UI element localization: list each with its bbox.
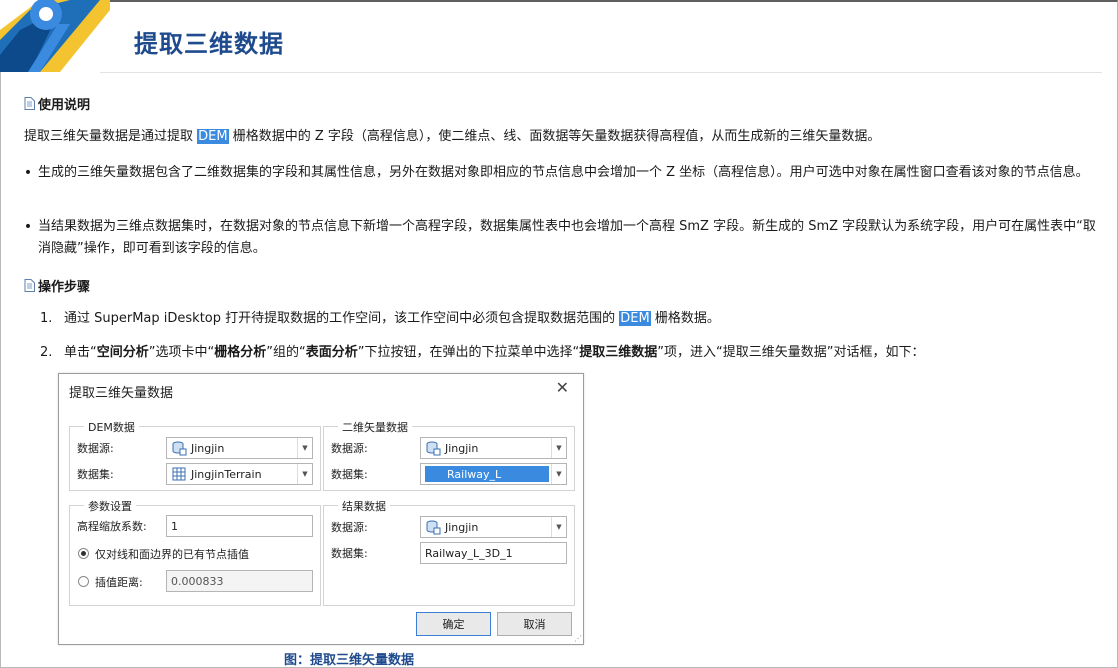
interp-distance-label: 插值距离:: [95, 576, 143, 589]
bullet-item-2: • 当结果数据为三维点数据集时，在数据对象的节点信息下新增一个高程字段，数据集属…: [18, 216, 1098, 260]
step-2-text: ”项，进入“提取三维矢量数据”对话框，如下：: [657, 345, 925, 360]
interp-distance-radio[interactable]: [78, 576, 89, 587]
result-datasource-label: 数据源:: [331, 521, 368, 534]
intro-text-after: 栅格数据中的 Z 字段（高程信息），使二维点、线、面数据等矢量数据获得高程值，从…: [232, 129, 881, 144]
bullet-icon: •: [23, 165, 33, 181]
section-heading-usage: 使用说明: [24, 94, 90, 113]
dem-dataset-select[interactable]: JingjinTerrain ▼: [166, 463, 313, 485]
spatial-analysis-term: 空间分析: [96, 345, 149, 360]
step-1: 1. 通过 SuperMap iDesktop 打开待提取数据的工作空间，该工作…: [40, 308, 720, 330]
interp-distance-input[interactable]: 0.000833: [166, 570, 313, 592]
dem-dataset-label: 数据集:: [77, 468, 114, 481]
figure-caption: 图：提取三维矢量数据: [284, 653, 415, 668]
result-dataset-input[interactable]: Railway_L_3D_1: [420, 542, 567, 564]
scale-factor-input[interactable]: 1: [166, 515, 313, 537]
result-datasource-value: Jingjin: [445, 520, 479, 534]
vector-datasource-label: 数据源:: [331, 442, 368, 455]
section-usage-label: 使用说明: [38, 98, 91, 113]
step-2-text: ”下拉按钮，在弹出的下拉菜单中选择“: [357, 345, 580, 360]
intro-paragraph: 提取三维矢量数据是通过提取 DEM 栅格数据中的 Z 字段（高程信息），使二维点…: [24, 126, 880, 148]
section-steps-label: 操作步骤: [38, 280, 91, 295]
bullet-1-text: 生成的三维矢量数据包含了二维数据集的字段和其属性信息，另外在数据对象即相应的节点…: [38, 165, 1089, 180]
surface-analysis-term: 表面分析: [305, 345, 358, 360]
dem-highlight: DEM: [619, 311, 651, 326]
dem-datasource-label: 数据源:: [77, 442, 114, 455]
step-1-text-before: 通过 SuperMap iDesktop 打开待提取数据的工作空间，该工作空间中…: [64, 311, 616, 326]
title-divider: [100, 72, 1102, 73]
step-1-number: 1.: [40, 311, 53, 326]
extract-3d-dialog: 提取三维矢量数据 ✕ DEM数据 数据源: Jingjin ▼ 数据集: Jin…: [58, 373, 584, 645]
vector-dataset-value: Railway_L: [425, 466, 549, 482]
help-logo: [0, 0, 110, 72]
cancel-button[interactable]: 取消: [497, 612, 572, 636]
bullet-icon: •: [23, 219, 33, 235]
document-icon: [24, 97, 35, 110]
ok-button[interactable]: 确定: [416, 612, 491, 636]
section-heading-steps: 操作步骤: [24, 276, 90, 295]
result-dataset-label: 数据集:: [331, 547, 368, 560]
step-1-text-after: 栅格数据。: [654, 311, 720, 326]
result-datasource-select[interactable]: Jingjin ▼: [420, 516, 567, 538]
existing-nodes-radio[interactable]: [78, 548, 89, 559]
chevron-down-icon: ▼: [551, 517, 566, 537]
bullet-2-text: 当结果数据为三维点数据集时，在数据对象的节点信息下新增一个高程字段，数据集属性表…: [38, 219, 1096, 256]
grid-dataset-icon: [172, 467, 186, 481]
chevron-down-icon: ▼: [297, 464, 312, 484]
extract-3d-term: 提取三维数据: [579, 345, 658, 360]
vector-dataset-select[interactable]: Railway_L ▼: [420, 463, 567, 485]
existing-nodes-label: 仅对线和面边界的已有节点插值: [95, 548, 249, 561]
dem-dataset-value: JingjinTerrain: [191, 467, 262, 481]
vector-datasource-value: Jingjin: [445, 441, 479, 455]
datasource-icon: [172, 441, 187, 456]
dem-datasource-select[interactable]: Jingjin ▼: [166, 437, 313, 459]
step-2-text: ”选项卡中“: [148, 345, 215, 360]
chevron-down-icon: ▼: [551, 464, 566, 484]
step-2-text: 单击“: [64, 345, 97, 360]
datasource-icon: [426, 520, 441, 535]
resize-grip-icon[interactable]: ⋰: [574, 634, 582, 643]
dem-highlight: DEM: [197, 129, 229, 144]
chevron-down-icon: ▼: [551, 438, 566, 458]
step-2-text: ”组的“: [266, 345, 306, 360]
chevron-down-icon: ▼: [297, 438, 312, 458]
step-2-number: 2.: [40, 345, 53, 360]
vector-datasource-select[interactable]: Jingjin ▼: [420, 437, 567, 459]
datasource-icon: [426, 441, 441, 456]
scale-factor-label: 高程缩放系数:: [77, 520, 147, 533]
result-group-label: 结果数据: [338, 498, 390, 514]
dem-group-label: DEM数据: [84, 419, 139, 435]
raster-analysis-term: 栅格分析: [214, 345, 267, 360]
params-group-label: 参数设置: [84, 498, 136, 514]
close-icon[interactable]: ✕: [556, 378, 569, 397]
bullet-item-1: • 生成的三维矢量数据包含了二维数据集的字段和其属性信息，另外在数据对象即相应的…: [18, 162, 1098, 184]
vector-group-label: 二维矢量数据: [338, 419, 412, 435]
vector-dataset-label: 数据集:: [331, 468, 368, 481]
page-title: 提取三维数据: [134, 30, 284, 58]
dem-datasource-value: Jingjin: [191, 441, 225, 455]
document-icon: [24, 279, 35, 292]
step-2: 2. 单击“空间分析”选项卡中“栅格分析”组的“表面分析”下拉按钮，在弹出的下拉…: [40, 342, 924, 364]
dialog-title: 提取三维矢量数据: [69, 386, 174, 401]
intro-text-before: 提取三维矢量数据是通过提取: [24, 129, 194, 144]
